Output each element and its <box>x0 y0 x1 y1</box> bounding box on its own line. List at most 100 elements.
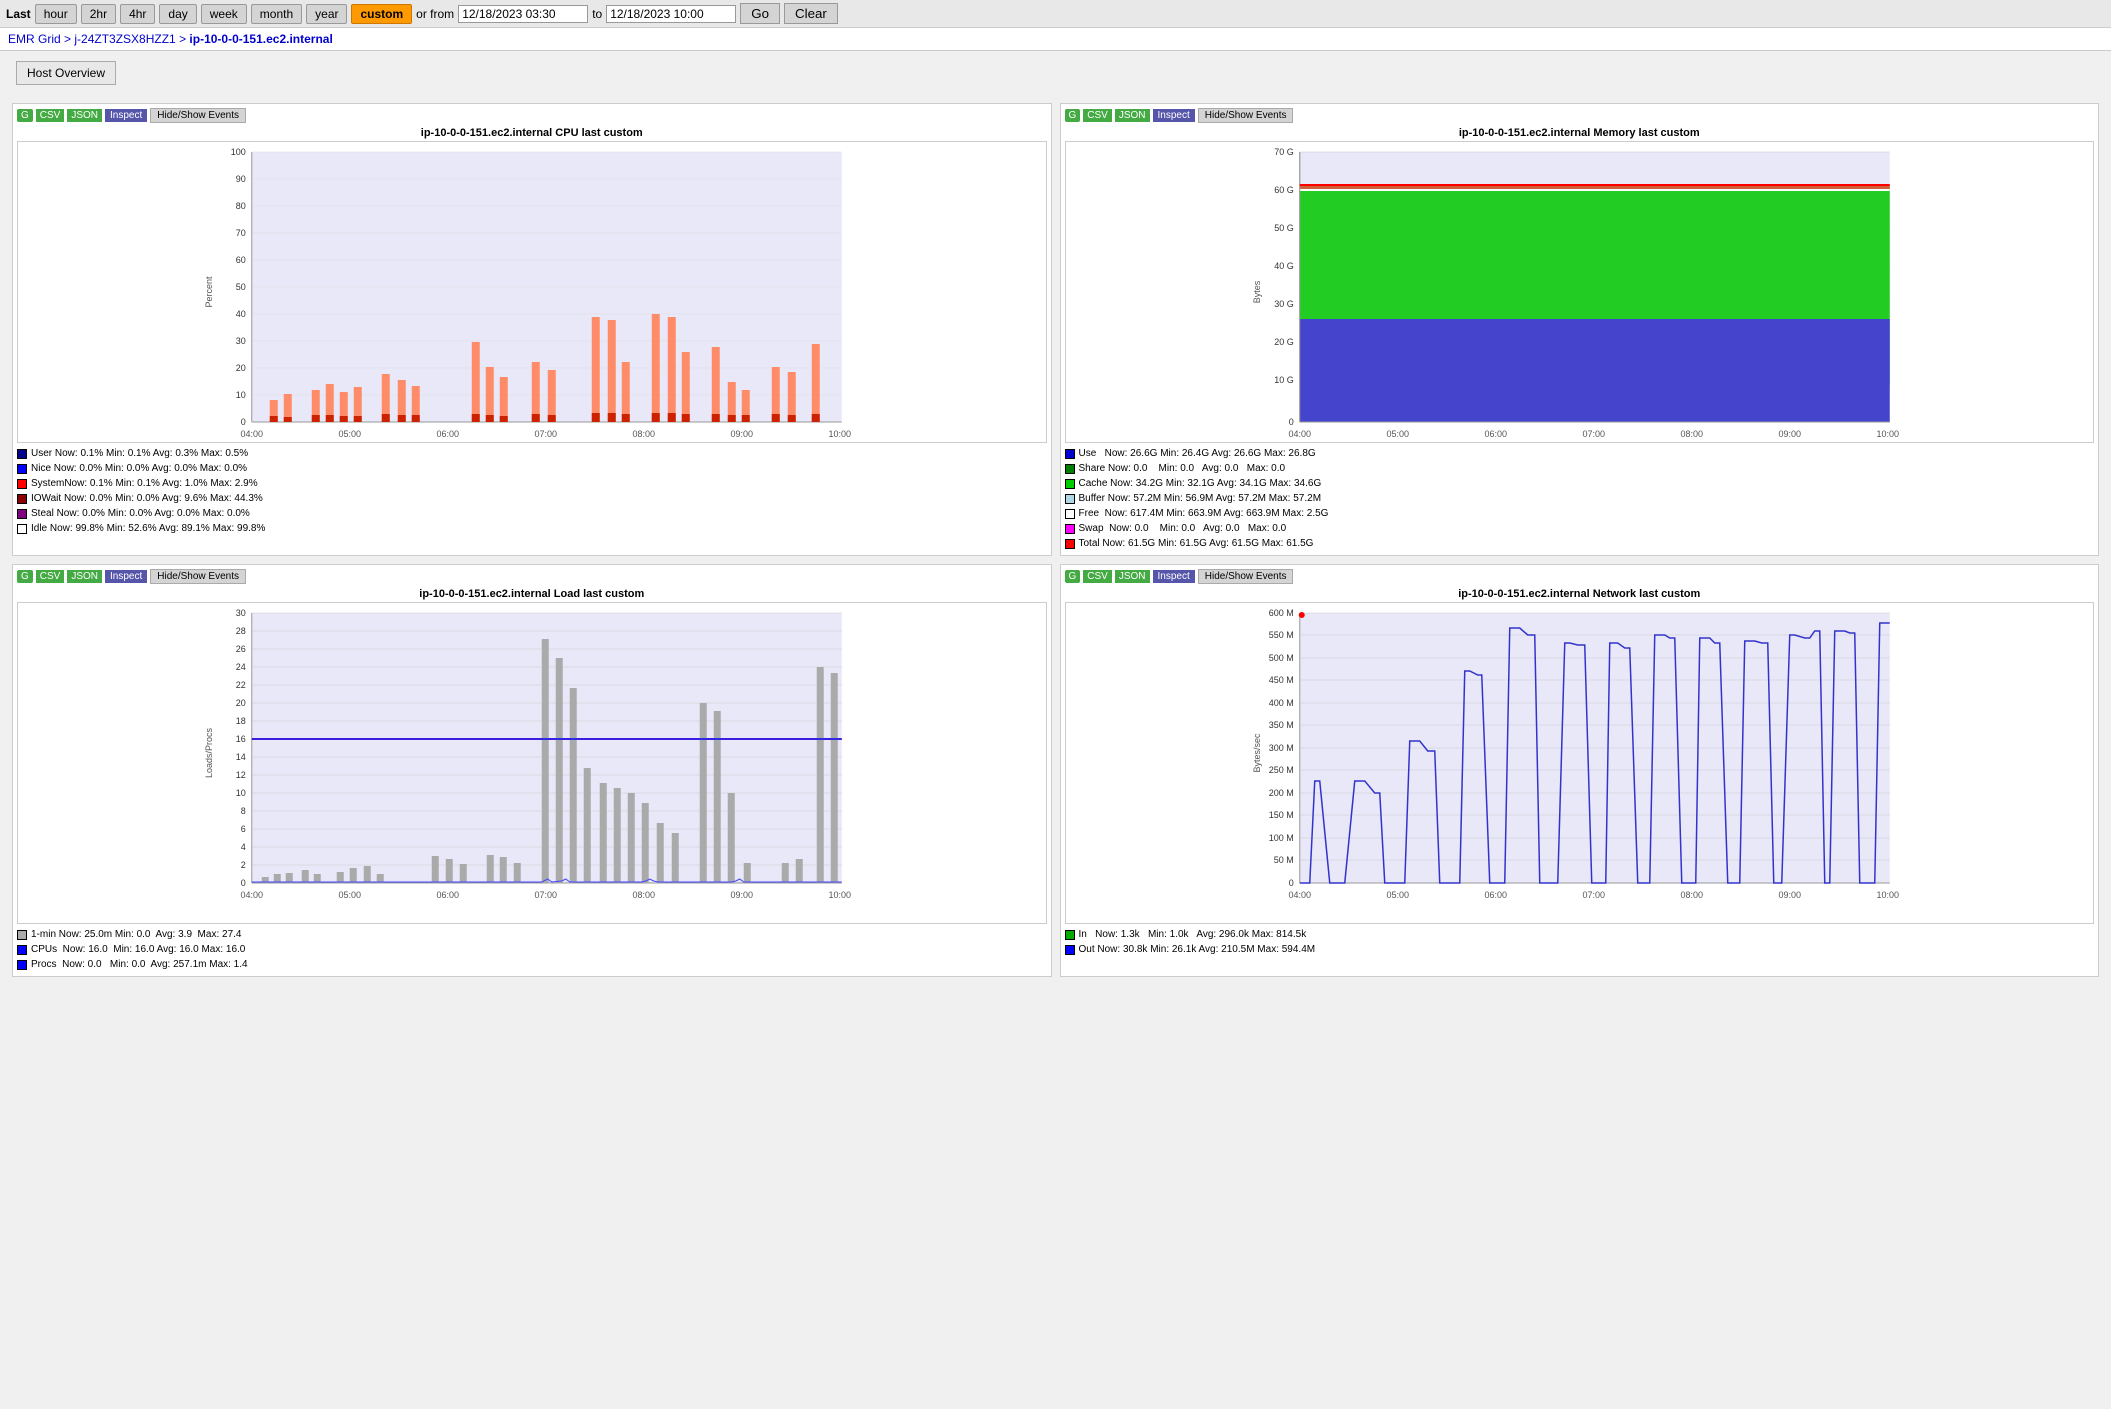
network-csv-button[interactable]: CSV <box>1083 570 1112 583</box>
network-events-button[interactable]: Hide/Show Events <box>1198 569 1294 584</box>
svg-text:16: 16 <box>236 734 246 744</box>
cpu-g-button[interactable]: G <box>17 109 33 122</box>
svg-text:08:00: 08:00 <box>1680 429 1703 439</box>
last-label: Last <box>6 7 31 21</box>
svg-text:0: 0 <box>241 878 246 888</box>
memory-svg: 0 10 G 20 G 30 G 40 G 50 G 60 G 70 G 04:… <box>1066 142 2094 442</box>
time-btn-4hr[interactable]: 4hr <box>120 4 155 24</box>
svg-text:10:00: 10:00 <box>1876 429 1899 439</box>
svg-text:90: 90 <box>236 174 246 184</box>
time-btn-custom[interactable]: custom <box>351 4 412 24</box>
svg-text:4: 4 <box>241 842 246 852</box>
svg-text:26: 26 <box>236 644 246 654</box>
svg-text:20: 20 <box>236 698 246 708</box>
network-chart-toolbar: G CSV JSON Inspect Hide/Show Events <box>1065 569 2095 584</box>
from-datetime-input[interactable] <box>458 5 588 23</box>
memory-chart-panel: G CSV JSON Inspect Hide/Show Events ip-1… <box>1060 103 2100 556</box>
cpu-json-button[interactable]: JSON <box>67 109 102 122</box>
time-btn-month[interactable]: month <box>251 4 302 24</box>
svg-text:60 G: 60 G <box>1274 185 1294 195</box>
breadcrumb-host: ip-10-0-0-151.ec2.internal <box>189 32 332 46</box>
svg-text:10:00: 10:00 <box>1876 890 1899 900</box>
memory-events-button[interactable]: Hide/Show Events <box>1198 108 1294 123</box>
load-csv-button[interactable]: CSV <box>36 570 65 583</box>
top-bar: Last hour 2hr 4hr day week month year cu… <box>0 0 2111 28</box>
network-chart-area: 0 50 M 100 M 150 M 200 M 250 M 300 M 350… <box>1065 602 2095 924</box>
network-g-button[interactable]: G <box>1065 570 1081 583</box>
cpu-events-button[interactable]: Hide/Show Events <box>150 108 246 123</box>
svg-text:09:00: 09:00 <box>1778 890 1801 900</box>
load-chart-title: ip-10-0-0-151.ec2.internal Load last cus… <box>17 588 1047 600</box>
svg-text:Bytes: Bytes <box>1251 280 1261 303</box>
svg-text:550 M: 550 M <box>1268 630 1293 640</box>
svg-text:8: 8 <box>241 806 246 816</box>
svg-text:09:00: 09:00 <box>730 429 753 439</box>
breadcrumb-cluster[interactable]: j-24ZT3ZSX8HZZ1 <box>74 32 175 46</box>
cpu-legend: User Now: 0.1% Min: 0.1% Avg: 0.3% Max: … <box>17 446 1047 536</box>
memory-g-button[interactable]: G <box>1065 109 1081 122</box>
time-btn-year[interactable]: year <box>306 4 347 24</box>
load-inspect-button[interactable]: Inspect <box>105 570 147 583</box>
network-legend: In Now: 1.3k Min: 1.0k Avg: 296.0k Max: … <box>1065 927 2095 957</box>
svg-text:0: 0 <box>241 417 246 427</box>
host-overview-button[interactable]: Host Overview <box>16 61 116 85</box>
cpu-csv-button[interactable]: CSV <box>36 109 65 122</box>
breadcrumb-sep2: > <box>179 32 189 46</box>
svg-text:06:00: 06:00 <box>436 429 459 439</box>
svg-text:450 M: 450 M <box>1268 675 1293 685</box>
load-events-button[interactable]: Hide/Show Events <box>150 569 246 584</box>
svg-text:10:00: 10:00 <box>828 429 851 439</box>
svg-text:30: 30 <box>236 336 246 346</box>
time-btn-day[interactable]: day <box>159 4 196 24</box>
cpu-svg: 0 10 20 30 40 50 60 70 80 90 100 04:00 0… <box>18 142 1046 442</box>
network-svg: 0 50 M 100 M 150 M 200 M 250 M 300 M 350… <box>1066 603 2094 923</box>
breadcrumb-emr-grid[interactable]: EMR Grid <box>8 32 61 46</box>
svg-text:40: 40 <box>236 309 246 319</box>
load-svg: 0 2 4 6 8 10 12 14 16 18 20 22 24 26 28 … <box>18 603 1046 923</box>
svg-text:08:00: 08:00 <box>632 429 655 439</box>
svg-text:24: 24 <box>236 662 246 672</box>
load-g-button[interactable]: G <box>17 570 33 583</box>
svg-text:04:00: 04:00 <box>240 429 263 439</box>
time-btn-2hr[interactable]: 2hr <box>81 4 116 24</box>
svg-text:70: 70 <box>236 228 246 238</box>
network-json-button[interactable]: JSON <box>1115 570 1150 583</box>
svg-text:6: 6 <box>241 824 246 834</box>
svg-text:400 M: 400 M <box>1268 698 1293 708</box>
svg-text:200 M: 200 M <box>1268 788 1293 798</box>
load-chart-panel: G CSV JSON Inspect Hide/Show Events ip-1… <box>12 564 1052 977</box>
svg-text:10: 10 <box>236 788 246 798</box>
or-from-label: or from <box>416 7 454 21</box>
to-datetime-input[interactable] <box>606 5 736 23</box>
svg-text:06:00: 06:00 <box>1484 429 1507 439</box>
network-inspect-button[interactable]: Inspect <box>1153 570 1195 583</box>
svg-text:300 M: 300 M <box>1268 743 1293 753</box>
memory-json-button[interactable]: JSON <box>1115 109 1150 122</box>
svg-text:07:00: 07:00 <box>534 890 557 900</box>
memory-inspect-button[interactable]: Inspect <box>1153 109 1195 122</box>
network-chart-title: ip-10-0-0-151.ec2.internal Network last … <box>1065 588 2095 600</box>
memory-chart-area: 0 10 G 20 G 30 G 40 G 50 G 60 G 70 G 04:… <box>1065 141 2095 443</box>
clear-button[interactable]: Clear <box>784 3 838 24</box>
go-button[interactable]: Go <box>740 3 780 24</box>
svg-text:06:00: 06:00 <box>436 890 459 900</box>
svg-text:05:00: 05:00 <box>338 429 361 439</box>
svg-text:22: 22 <box>236 680 246 690</box>
svg-text:04:00: 04:00 <box>1288 429 1311 439</box>
load-json-button[interactable]: JSON <box>67 570 102 583</box>
memory-csv-button[interactable]: CSV <box>1083 109 1112 122</box>
svg-text:600 M: 600 M <box>1268 608 1293 618</box>
time-btn-hour[interactable]: hour <box>35 4 77 24</box>
svg-text:0: 0 <box>1288 878 1293 888</box>
svg-text:10: 10 <box>236 390 246 400</box>
memory-chart-toolbar: G CSV JSON Inspect Hide/Show Events <box>1065 108 2095 123</box>
svg-text:100 M: 100 M <box>1268 833 1293 843</box>
memory-chart-title: ip-10-0-0-151.ec2.internal Memory last c… <box>1065 127 2095 139</box>
cpu-chart-area: 0 10 20 30 40 50 60 70 80 90 100 04:00 0… <box>17 141 1047 443</box>
load-chart-area: 0 2 4 6 8 10 12 14 16 18 20 22 24 26 28 … <box>17 602 1047 924</box>
svg-text:50 M: 50 M <box>1273 855 1293 865</box>
svg-text:0: 0 <box>1288 417 1293 427</box>
time-btn-week[interactable]: week <box>201 4 247 24</box>
cpu-inspect-button[interactable]: Inspect <box>105 109 147 122</box>
svg-text:05:00: 05:00 <box>1386 429 1409 439</box>
